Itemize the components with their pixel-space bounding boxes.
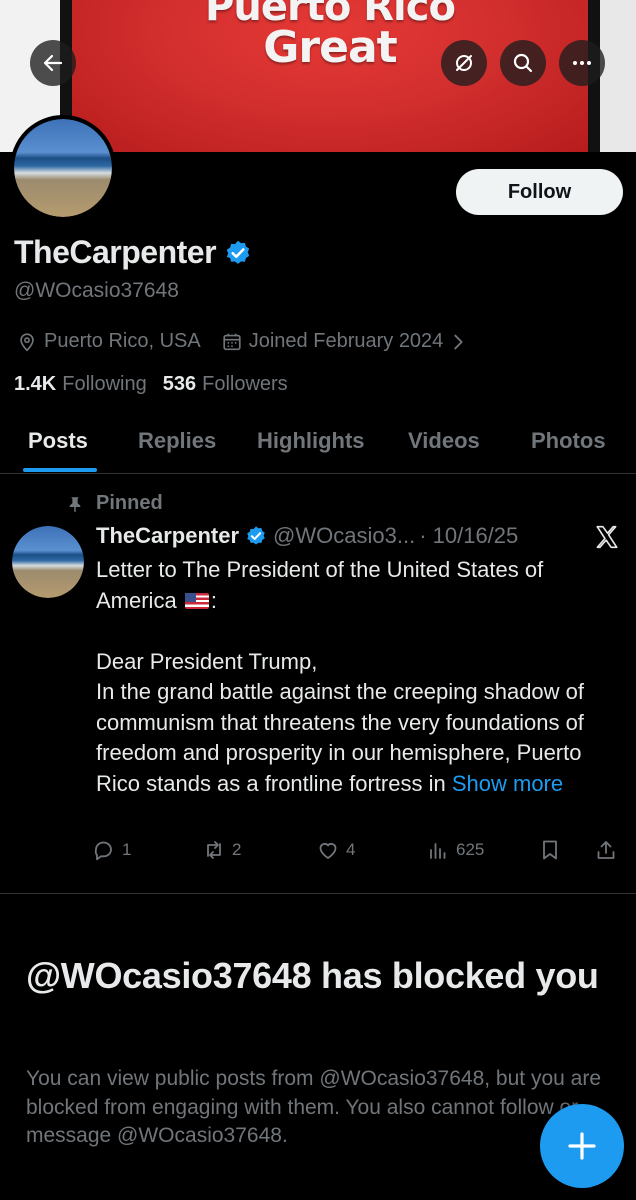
calendar-icon [223,333,241,350]
following-label: Following [62,373,147,395]
x-logo-icon[interactable] [594,524,620,550]
profile-tabs: Posts Replies Highlights Videos Photos [0,410,636,474]
post-author-avatar[interactable] [12,526,84,598]
tab-highlights[interactable]: Highlights [257,428,365,454]
share-icon [597,841,615,859]
views-chart-icon [430,843,446,859]
grok-icon [456,55,472,71]
followers-count: 536 [162,373,197,395]
pin-icon [69,496,81,512]
blocked-title: @WOcasio37648 has blocked you [26,955,599,996]
followers-link[interactable]: 536 Followers [163,373,288,396]
more-icon [573,61,591,65]
joined-text: Joined February 2024 [248,330,444,352]
post-text-line1: Letter to The President of the United St… [96,557,544,613]
post-header: TheCarpenter @WOcasio3... · 10/16/25 [96,523,518,549]
location: Puerto Rico, USA [16,330,201,353]
post-author-name[interactable]: TheCarpenter [96,523,239,549]
repost-button[interactable]: 2 [202,838,241,862]
tab-replies[interactable]: Replies [138,428,216,454]
location-text: Puerto Rico, USA [44,330,201,352]
pinned-text: Pinned [96,492,163,514]
show-more-link[interactable]: Show more [452,771,563,796]
display-name: TheCarpenter [14,234,217,270]
us-flag-emoji [184,592,209,609]
profile-name-row: TheCarpenter [14,234,252,271]
following-count: 1.4K [14,373,57,395]
blocked-description: You can view public posts from @WOcasio3… [26,1067,602,1147]
post-author-avatar-image [12,526,84,598]
verified-badge-icon [247,526,265,545]
reply-icon [94,841,112,861]
like-count: 4 [346,840,356,859]
post-text-colon: : [210,587,217,613]
search-button[interactable] [500,40,546,86]
reply-count: 1 [122,840,132,859]
heart-icon [319,843,337,859]
post-actions: 1 2 4 625 [92,838,622,868]
plus-icon [568,1132,596,1160]
chevron-right-icon [454,334,463,349]
banner-frame [600,0,636,152]
follow-button[interactable]: Follow [456,169,623,215]
active-tab-indicator [23,468,97,472]
tab-photos[interactable]: Photos [531,428,606,454]
reply-button[interactable]: 1 [92,838,131,862]
bookmark-icon [543,840,557,860]
back-arrow-icon [43,54,63,72]
avatar-image [14,119,112,217]
follow-counts: 1.4K Following 536 Followers [14,373,304,396]
more-button[interactable] [559,40,605,86]
search-icon [513,53,533,73]
back-button[interactable] [30,40,76,86]
tab-videos[interactable]: Videos [408,428,480,454]
post-date[interactable]: · 10/16/25 [419,523,518,549]
post-text[interactable]: Letter to The President of the United St… [96,555,616,799]
pinned-label: Pinned [66,492,163,515]
profile-meta: Puerto Rico, USA Joined February 2024 [16,330,489,353]
repost-icon [207,841,221,859]
grok-button[interactable] [441,40,487,86]
tab-posts[interactable]: Posts [28,428,88,454]
repost-count: 2 [232,840,242,859]
post-author-handle[interactable]: @WOcasio3... [273,523,415,549]
followers-label: Followers [202,373,288,395]
like-button[interactable]: 4 [316,838,355,862]
following-link[interactable]: 1.4K Following [14,373,147,396]
verified-badge-icon[interactable] [224,239,252,267]
location-pin-icon [20,332,34,351]
view-count: 625 [456,840,485,859]
bookmark-button[interactable] [538,838,568,862]
avatar[interactable] [10,115,116,221]
section-divider [0,893,636,894]
profile-handle: @WOcasio37648 [14,279,179,302]
views-button[interactable]: 625 [426,838,484,862]
joined-date[interactable]: Joined February 2024 [221,330,470,353]
compose-post-button[interactable] [540,1104,624,1188]
share-button[interactable] [594,838,624,862]
